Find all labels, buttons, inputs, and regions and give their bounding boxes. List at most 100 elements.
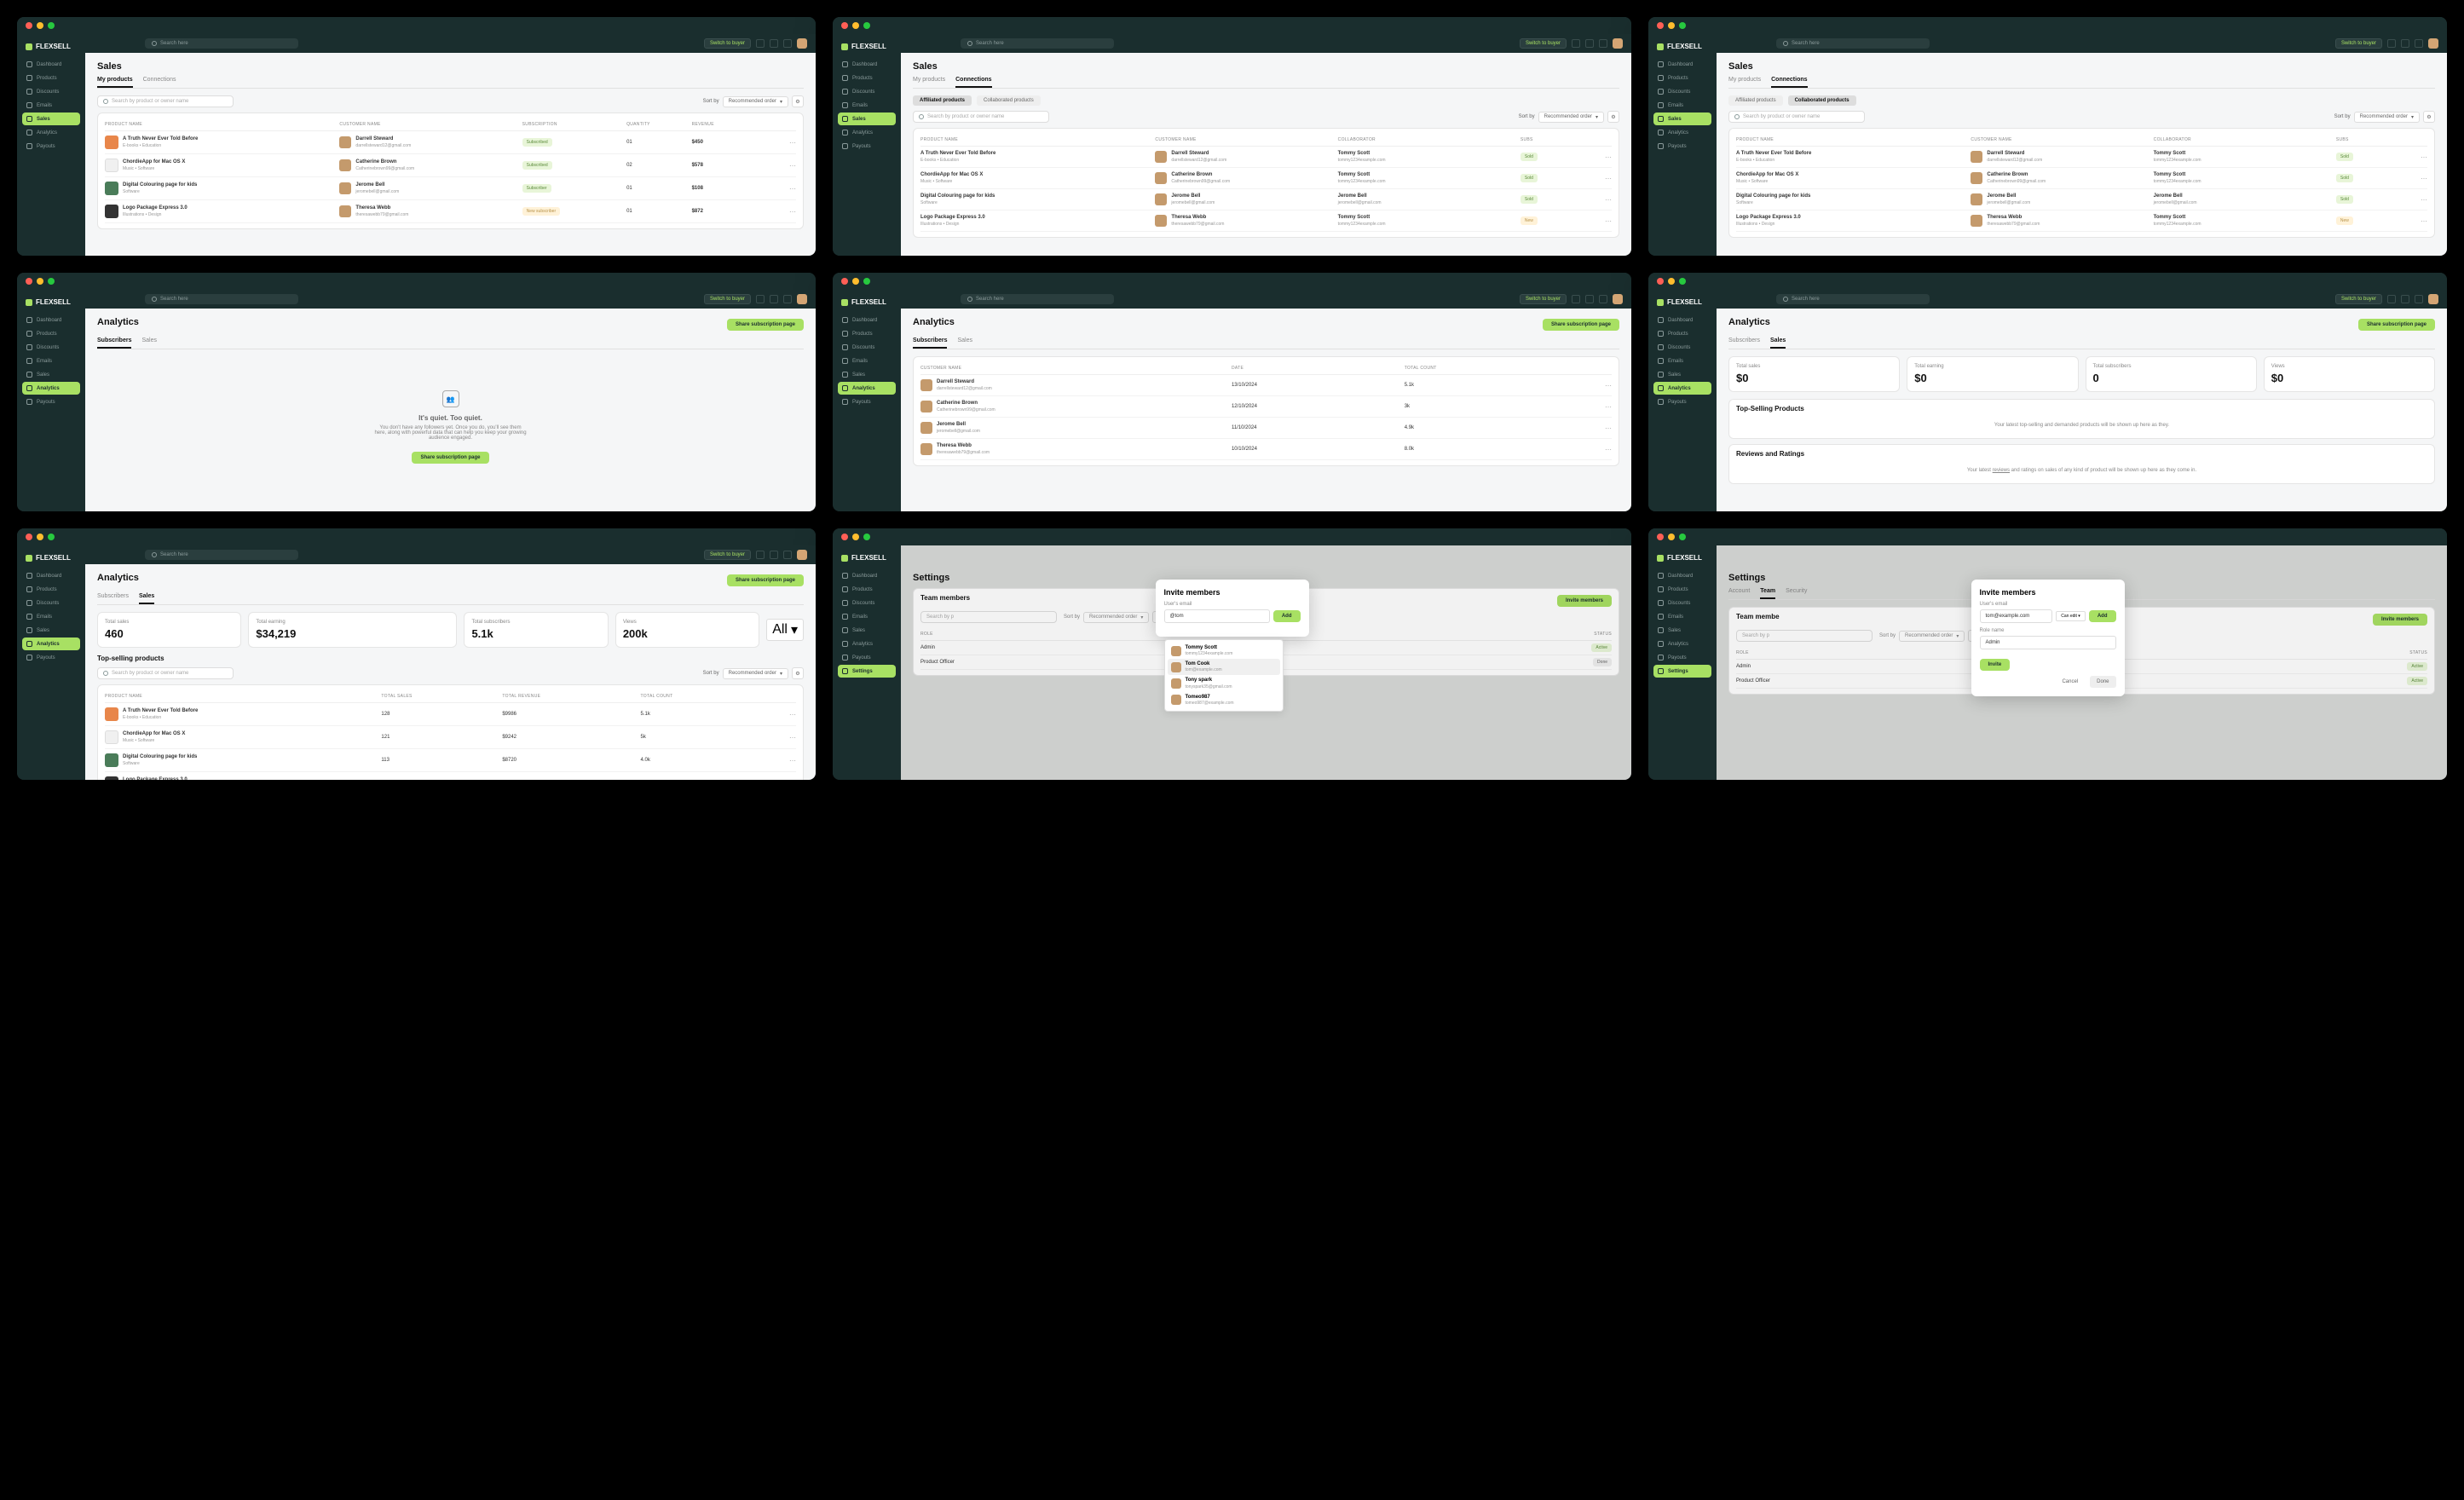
refresh-icon[interactable]	[1572, 295, 1580, 303]
sidebar-item-emails[interactable]: Emails	[838, 99, 896, 112]
sidebar-item-products[interactable]: Products	[1653, 327, 1711, 340]
subtab-collaborated[interactable]: Collaborated products	[1788, 95, 1856, 106]
sidebar-item-dashboard[interactable]: Dashboard	[838, 58, 896, 71]
notification-icon[interactable]	[1585, 295, 1594, 303]
switch-to-buyer-button[interactable]: Switch to buyer	[704, 38, 751, 49]
avatar[interactable]	[797, 294, 807, 304]
grid-icon[interactable]	[783, 39, 792, 48]
sidebar-item-payouts[interactable]: Payouts	[22, 140, 80, 153]
suggestion-item[interactable]: Tommy Scotttommy1234example.com	[1168, 643, 1280, 659]
done-button[interactable]: Done	[2090, 676, 2115, 688]
more-icon[interactable]: ⋯	[2401, 175, 2427, 182]
sidebar-item-analytics[interactable]: Analytics	[1653, 382, 1711, 395]
refresh-icon[interactable]	[756, 39, 765, 48]
tab-subscribers[interactable]: Subscribers	[1728, 338, 1760, 349]
sort-dropdown[interactable]: Recommended order ▾	[1083, 612, 1149, 623]
more-icon[interactable]: ⋯	[1577, 382, 1612, 389]
invite-members-button[interactable]: Invite members	[2373, 614, 2427, 626]
tab-sales[interactable]: Sales	[141, 338, 157, 349]
sidebar-item-emails[interactable]: Emails	[838, 355, 896, 367]
reviews-link[interactable]: reviews	[1993, 468, 2010, 473]
sidebar-item-analytics[interactable]: Analytics	[22, 638, 80, 650]
sidebar-item-discounts[interactable]: Discounts	[1653, 85, 1711, 98]
global-search[interactable]: Search here	[961, 294, 1114, 304]
permission-dropdown[interactable]: Can edit ▾	[2056, 611, 2086, 621]
share-button[interactable]: Share subscription page	[2358, 319, 2435, 331]
filter-icon[interactable]: ⚙	[792, 667, 804, 679]
sidebar-item-dashboard[interactable]: Dashboard	[1653, 569, 1711, 582]
sidebar-item-dashboard[interactable]: Dashboard	[22, 569, 80, 582]
switch-to-buyer-button[interactable]: Switch to buyer	[704, 294, 751, 304]
filter-icon[interactable]: ⚙	[1607, 111, 1619, 123]
table-row[interactable]: ChordieApp for Mac OS XMusic • Software …	[1736, 168, 2427, 189]
sidebar-item-products[interactable]: Products	[22, 72, 80, 84]
grid-icon[interactable]	[2415, 295, 2423, 303]
tab-team[interactable]: Team	[1760, 588, 1775, 599]
search-input[interactable]: Search by p	[920, 611, 1057, 623]
table-row[interactable]: Theresa Webbtheresawebb79@gmail.com10/10…	[920, 439, 1612, 460]
sidebar-item-settings[interactable]: Settings	[838, 665, 896, 678]
filter-icon[interactable]: ⚙	[792, 95, 804, 107]
more-icon[interactable]: ⋯	[1585, 175, 1612, 182]
more-icon[interactable]: ⋯	[1585, 196, 1612, 204]
avatar[interactable]	[2428, 294, 2438, 304]
notification-icon[interactable]	[2401, 295, 2409, 303]
sidebar-item-products[interactable]: Products	[838, 327, 896, 340]
tab-my-products[interactable]: My products	[913, 77, 945, 88]
more-icon[interactable]: ⋯	[2401, 153, 2427, 161]
table-row[interactable]: Jerome Belljeromebell@gmail.com11/10/202…	[920, 418, 1612, 439]
global-search[interactable]: Search here	[145, 38, 298, 49]
logo[interactable]: FLEXSELL	[1653, 297, 1711, 313]
grid-icon[interactable]	[783, 551, 792, 559]
search-input[interactable]: Search by product or owner name	[913, 111, 1049, 123]
logo[interactable]: FLEXSELL	[1653, 552, 1711, 568]
add-button[interactable]: Add	[2089, 610, 2116, 622]
notification-icon[interactable]	[2401, 39, 2409, 48]
table-row[interactable]: Digital Colouring page for kidsSoftware …	[920, 189, 1612, 211]
table-row[interactable]: ChordieApp for Mac OS XMusic • Software …	[920, 168, 1612, 189]
global-search[interactable]: Search here	[1776, 294, 1930, 304]
sidebar-item-emails[interactable]: Emails	[22, 610, 80, 623]
more-icon[interactable]: ⋯	[761, 711, 796, 718]
global-search[interactable]: Search here	[145, 550, 298, 560]
all-dropdown[interactable]: All ▾	[766, 619, 804, 641]
logo[interactable]: FLEXSELL	[838, 41, 896, 57]
table-row[interactable]: A Truth Never Ever Told BeforeE-books • …	[105, 703, 796, 726]
sidebar-item-emails[interactable]: Emails	[1653, 355, 1711, 367]
sidebar-item-payouts[interactable]: Payouts	[1653, 651, 1711, 664]
sidebar-item-emails[interactable]: Emails	[22, 99, 80, 112]
table-row[interactable]: Catherine BrownCatherinebrown99@gmail.co…	[920, 396, 1612, 418]
global-search[interactable]: Search here	[961, 38, 1114, 49]
sidebar-item-analytics[interactable]: Analytics	[838, 638, 896, 650]
refresh-icon[interactable]	[756, 551, 765, 559]
table-row[interactable]: ChordieApp for Mac OS XMusic • SoftwareC…	[105, 154, 796, 177]
sidebar-item-dashboard[interactable]: Dashboard	[838, 314, 896, 326]
sidebar-item-analytics[interactable]: Analytics	[22, 126, 80, 139]
logo[interactable]: FLEXSELL	[22, 297, 80, 313]
more-icon[interactable]: ⋯	[761, 734, 796, 741]
suggestion-item[interactable]: Tony sparktonyspark35@gmail.com	[1168, 675, 1280, 691]
share-button[interactable]: Share subscription page	[1543, 319, 1619, 331]
more-icon[interactable]: ⋯	[770, 139, 796, 147]
sidebar-item-dashboard[interactable]: Dashboard	[22, 58, 80, 71]
notification-icon[interactable]	[770, 39, 778, 48]
sidebar-item-products[interactable]: Products	[838, 72, 896, 84]
tab-subscribers[interactable]: Subscribers	[97, 338, 131, 349]
avatar[interactable]	[797, 550, 807, 560]
more-icon[interactable]: ⋯	[1577, 403, 1612, 411]
sidebar-item-products[interactable]: Products	[1653, 583, 1711, 596]
sidebar-item-discounts[interactable]: Discounts	[22, 341, 80, 354]
more-icon[interactable]: ⋯	[761, 757, 796, 764]
sidebar-item-emails[interactable]: Emails	[1653, 99, 1711, 112]
sidebar-item-analytics[interactable]: Analytics	[1653, 638, 1711, 650]
more-icon[interactable]: ⋯	[1577, 446, 1612, 453]
sidebar-item-dashboard[interactable]: Dashboard	[22, 314, 80, 326]
sidebar-item-payouts[interactable]: Payouts	[838, 140, 896, 153]
suggestion-item[interactable]: Tomeo987tomeo987@example.com	[1168, 692, 1280, 708]
sidebar-item-payouts[interactable]: Payouts	[838, 651, 896, 664]
tab-my-products[interactable]: My products	[1728, 77, 1761, 88]
sidebar-item-discounts[interactable]: Discounts	[1653, 341, 1711, 354]
more-icon[interactable]: ⋯	[770, 185, 796, 193]
tab-connections[interactable]: Connections	[143, 77, 176, 88]
global-search[interactable]: Search here	[145, 294, 298, 304]
